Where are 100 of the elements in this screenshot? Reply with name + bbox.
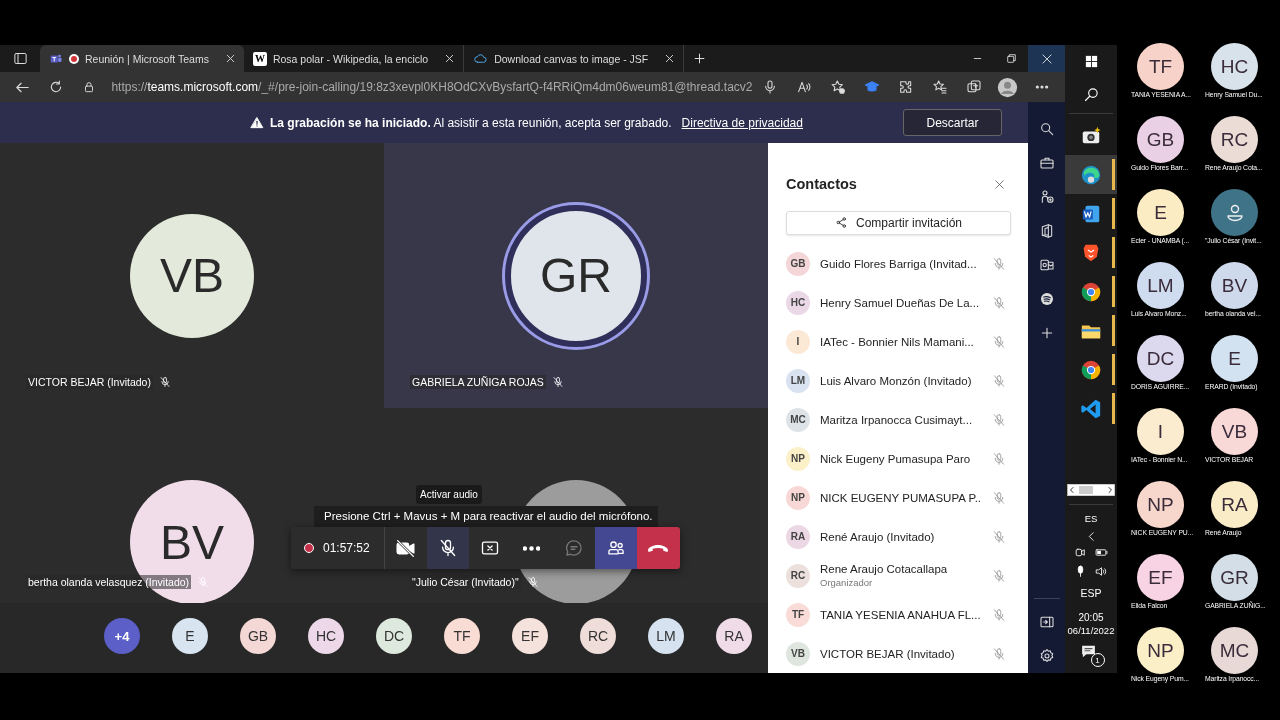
meet-now-icon[interactable] xyxy=(1074,546,1087,559)
participant-row[interactable]: I IATec - Bonnier Nils Mamani... xyxy=(768,322,1028,361)
participant-avatar: EF xyxy=(512,618,548,654)
dismiss-button[interactable]: Descartar xyxy=(903,109,1002,136)
edge-icon xyxy=(1080,163,1102,186)
participant-row[interactable]: VB VICTOR BEJAR (Invitado) xyxy=(768,634,1028,673)
participant-avatar: NP xyxy=(786,446,810,471)
participant-avatar: VB xyxy=(130,213,254,338)
participant-avatar: LM xyxy=(648,618,684,654)
participant-avatar: RA xyxy=(1211,481,1258,528)
close-icon[interactable] xyxy=(664,53,676,64)
panel-title: Contactos xyxy=(786,176,857,193)
close-icon[interactable] xyxy=(444,53,456,64)
recording-notice: La grabación se ha iniciado. Al asistir a esta reunión, acepta ser grabado. xyxy=(270,115,672,130)
briefcase-icon[interactable] xyxy=(1038,155,1055,171)
participant-avatar: NP xyxy=(1137,627,1184,674)
close-icon xyxy=(993,177,1006,191)
browser-tab[interactable]: Reunión | Microsoft Teams xyxy=(40,45,244,72)
input-indicator[interactable]: ES xyxy=(1084,507,1098,530)
code-editor-icon xyxy=(1080,397,1102,420)
participant-avatar: TF xyxy=(1137,43,1184,90)
participant-name: René Araujo (Invitado) xyxy=(820,530,936,543)
chat-icon xyxy=(563,538,584,558)
share-invite-button[interactable]: Compartir invitación xyxy=(786,210,1011,235)
participant-row[interactable]: NP NICK EUGENY PUMASUPA P... xyxy=(768,478,1028,517)
participant-avatar: LM xyxy=(786,368,810,393)
chrome-icon xyxy=(1080,358,1102,381)
people-icon xyxy=(605,538,626,558)
participant-avatar: E xyxy=(1137,189,1184,236)
participant-avatar: NP xyxy=(786,485,810,510)
close-icon[interactable] xyxy=(1039,51,1054,66)
participant-avatar: GR xyxy=(1211,554,1258,601)
hang-up-button[interactable] xyxy=(636,527,680,569)
scrollbar-icon[interactable] xyxy=(1067,484,1115,496)
participant-avatar: E xyxy=(1211,335,1258,382)
participant-avatar: I xyxy=(1137,408,1184,455)
participant-row[interactable]: TF TANIA YESENIA ANAHUA FL... xyxy=(768,595,1028,634)
clock-date[interactable]: 06/11/2022 xyxy=(1067,624,1115,637)
participant-avatar: RC xyxy=(1211,116,1258,163)
participant-row[interactable]: LM Luis Alvaro Monzón (Invitado) xyxy=(768,361,1028,400)
favorites-icon[interactable] xyxy=(931,79,948,95)
participant-name: bertha olanda velasquez (Invitado) xyxy=(26,575,192,589)
notification-count: 1 xyxy=(1090,653,1105,667)
search-icon[interactable] xyxy=(1038,121,1055,137)
restore-icon[interactable] xyxy=(1004,52,1018,65)
taskbar-button[interactable] xyxy=(1065,155,1117,194)
participant-name: Rene Araujo Cotacallapa xyxy=(820,563,949,575)
call-timer: 01:57:52 xyxy=(323,541,370,555)
settings-icon[interactable] xyxy=(1038,648,1055,664)
close-button[interactable] xyxy=(993,177,1006,191)
chrome-icon xyxy=(1080,280,1102,303)
phone-icon xyxy=(648,544,669,552)
notifications-button[interactable]: 1 xyxy=(1077,641,1105,667)
collections-icon[interactable] xyxy=(965,79,982,95)
participant-avatar: VB xyxy=(786,641,810,666)
favorite-add-icon[interactable] xyxy=(829,79,846,95)
speaker-icon[interactable] xyxy=(1095,565,1108,578)
participant-name: NICK EUGENY PUMASUPA P... xyxy=(820,491,982,504)
participant-name: VICTOR BEJAR (Invitado) xyxy=(26,375,153,389)
site-icon: W xyxy=(252,51,267,66)
participant-avatar: LM xyxy=(1137,262,1184,309)
participant-row[interactable]: GB Guido Flores Barriga (Invitad... xyxy=(768,244,1028,283)
participant-avatar: GB xyxy=(1137,116,1184,163)
participant-row[interactable]: MC Maritza Irpanocca Cusimayt... xyxy=(768,400,1028,439)
music-icon[interactable] xyxy=(1038,291,1055,307)
clock-time[interactable]: 20:05 xyxy=(1078,611,1104,624)
close-icon[interactable] xyxy=(224,53,236,64)
participant-row[interactable]: RC Rene Araujo Cotacallapa Organizador xyxy=(768,556,1028,595)
participant-avatar: DC xyxy=(1137,335,1184,382)
participant-row[interactable]: NP Nick Eugeny Pumasupa Paro xyxy=(768,439,1028,478)
search-icon[interactable] xyxy=(1082,86,1100,103)
read-aloud-icon[interactable] xyxy=(795,79,812,95)
participant-avatar: HC xyxy=(786,290,810,315)
shortcut-hint: Presione Ctrl + Mavus + M para reactivar el audio del micrófono. xyxy=(314,506,658,527)
participant-name: TANIA YESENIA ANAHUA FL... xyxy=(820,608,982,621)
microphone-button[interactable] xyxy=(426,527,469,569)
participant-avatar: VB xyxy=(1211,408,1258,455)
sidebar-panel-icon[interactable] xyxy=(1038,614,1055,630)
participant-name: GABRIELA ZUÑIGA ROJAS xyxy=(410,375,546,389)
participant-name: VICTOR BEJAR (Invitado) xyxy=(820,647,956,660)
message-icon xyxy=(1079,643,1097,660)
participant-name: IATec - Bonnier Nils Mamani... xyxy=(820,335,975,348)
participant-row[interactable]: HC Henry Samuel Dueñas De La... xyxy=(768,283,1028,322)
profile-avatar-icon[interactable] xyxy=(997,76,1019,98)
outlook-icon[interactable] xyxy=(1038,257,1055,273)
participant-name: Luis Alvaro Monzón (Invitado) xyxy=(820,374,973,387)
language-indicator[interactable]: ESP xyxy=(1080,581,1102,605)
puzzle-icon[interactable] xyxy=(897,79,914,95)
privacy-link[interactable]: Directiva de privacidad xyxy=(681,115,803,130)
windows-icon[interactable] xyxy=(1083,54,1099,69)
more-participants-button[interactable]: +4 xyxy=(104,618,140,654)
participant-row[interactable]: RA René Araujo (Invitado) xyxy=(768,517,1028,556)
battery-icon[interactable] xyxy=(1095,546,1108,559)
window-icon xyxy=(12,51,28,66)
graduation-cap-icon[interactable] xyxy=(863,79,880,95)
new-tab-icon[interactable] xyxy=(691,51,707,66)
participant-avatar: RC xyxy=(580,618,616,654)
camera-off-icon xyxy=(395,537,417,559)
warning-icon xyxy=(250,115,265,130)
participants-button[interactable] xyxy=(594,527,637,569)
